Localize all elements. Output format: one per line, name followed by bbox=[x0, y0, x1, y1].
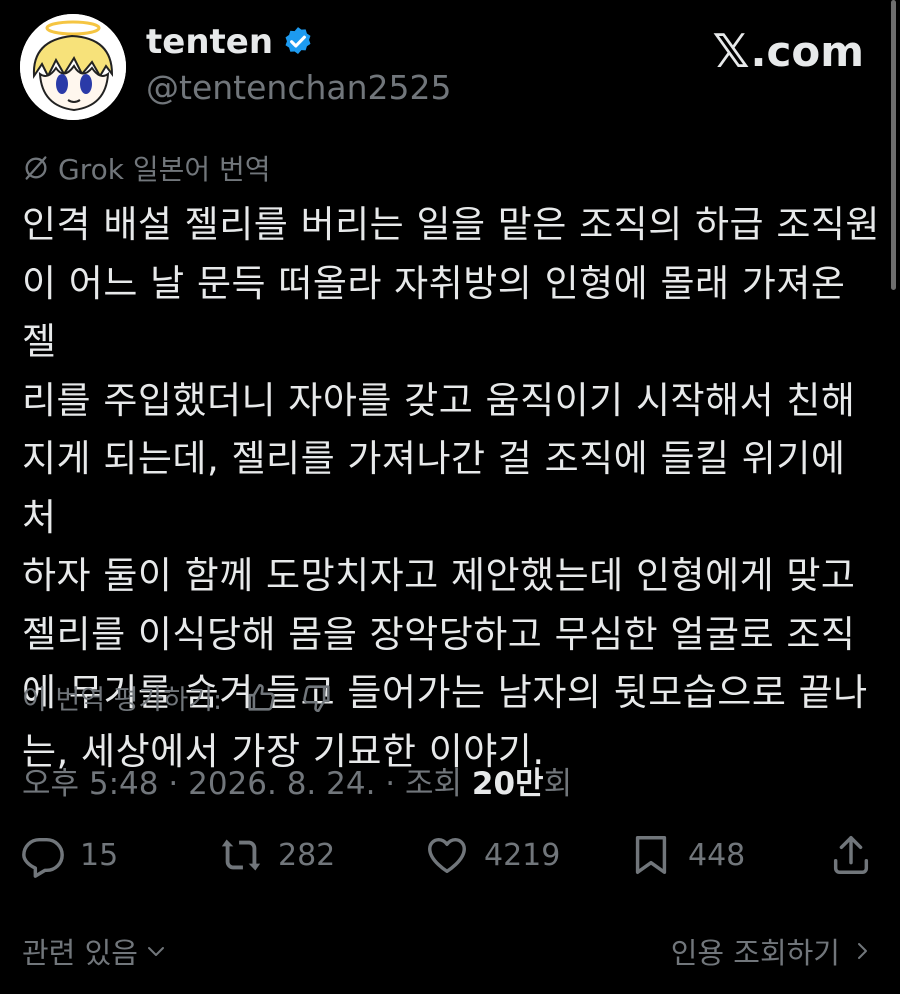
action-bar: 15 282 4219 448 bbox=[20, 832, 880, 888]
scrollbar[interactable] bbox=[891, 0, 896, 290]
post-date[interactable]: 2026. 8. 24. bbox=[188, 766, 375, 802]
bookmark-icon bbox=[635, 836, 667, 874]
translation-rating: 이 번역 평가하기: bbox=[22, 678, 334, 717]
rating-label: 이 번역 평가하기: bbox=[22, 685, 223, 716]
related-toggle[interactable]: 관련 있음 bbox=[22, 930, 168, 972]
views-count: 20만 bbox=[472, 766, 544, 802]
related-label: 관련 있음 bbox=[22, 936, 138, 970]
repost-button[interactable]: 282 bbox=[218, 832, 335, 878]
chevron-right-icon bbox=[858, 943, 867, 959]
thumbs-down-icon[interactable] bbox=[300, 681, 334, 715]
translation-label[interactable]: Grok 일본어 번역 bbox=[22, 148, 271, 188]
chevron-down-icon bbox=[147, 947, 164, 956]
views-label: 조회 bbox=[405, 766, 463, 802]
reply-button[interactable]: 15 bbox=[20, 832, 118, 878]
post-time[interactable]: 오후 5:48 bbox=[22, 766, 159, 802]
translation-label-text: Grok 일본어 번역 bbox=[58, 153, 271, 186]
avatar[interactable] bbox=[20, 14, 126, 120]
views-number: 20만 bbox=[471, 766, 544, 802]
tweet-meta: 오후 5:48 · 2026. 8. 24. · 조회 20만회 bbox=[22, 758, 572, 803]
author-name-row[interactable]: tenten bbox=[146, 22, 315, 62]
meta-separator: · bbox=[385, 766, 396, 802]
display-name[interactable]: tenten bbox=[146, 22, 273, 62]
like-button[interactable]: 4219 bbox=[424, 832, 560, 878]
views-suffix: 회 bbox=[543, 766, 573, 802]
heart-icon bbox=[428, 837, 466, 874]
brand-suffix: .com bbox=[750, 26, 864, 76]
grok-icon bbox=[25, 156, 47, 180]
reply-count: 15 bbox=[80, 837, 119, 873]
reply-icon bbox=[22, 837, 64, 878]
meta-separator: · bbox=[168, 766, 179, 802]
repost-count: 282 bbox=[278, 837, 336, 873]
bookmark-count: 448 bbox=[688, 837, 746, 873]
like-count: 4219 bbox=[484, 837, 561, 873]
thumbs-up-icon[interactable] bbox=[244, 681, 278, 715]
avatar-image bbox=[20, 14, 126, 120]
x-brand-icon: 𝕏 bbox=[712, 24, 750, 78]
user-handle[interactable]: @tentenchan2525 bbox=[146, 68, 452, 107]
share-button[interactable] bbox=[828, 832, 874, 878]
repost-icon bbox=[221, 839, 261, 871]
verified-badge-icon bbox=[285, 27, 311, 55]
bookmark-button[interactable]: 448 bbox=[628, 832, 745, 878]
share-icon bbox=[833, 836, 869, 874]
x-logo: 𝕏 .com bbox=[712, 24, 864, 78]
view-quotes-link[interactable]: 인용 조회하기 bbox=[671, 930, 874, 972]
view-quotes-label: 인용 조회하기 bbox=[670, 936, 840, 970]
